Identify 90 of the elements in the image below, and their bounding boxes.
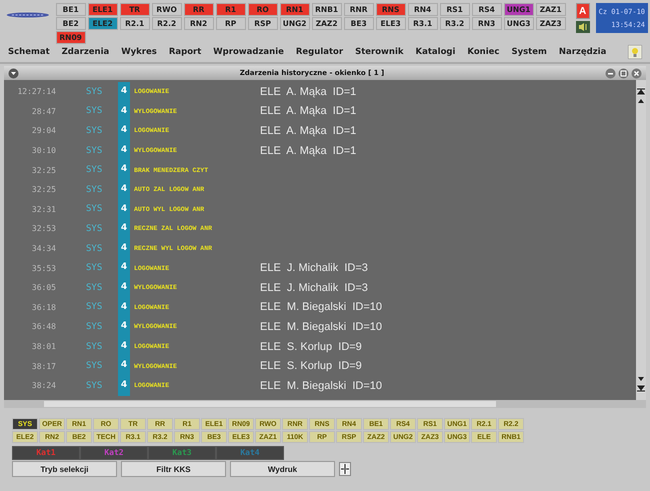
event-source: SYS: [86, 342, 104, 352]
logo-icon: [6, 11, 50, 19]
event-source: SYS: [86, 263, 104, 274]
event-source: SYS: [86, 146, 104, 156]
event-time: 32:25: [30, 166, 56, 175]
event-time: 36:18: [30, 302, 56, 312]
event-time: 29:04: [30, 126, 56, 136]
event-priority: 4: [118, 298, 130, 318]
scroll-up-icon[interactable]: [637, 98, 645, 106]
event-time: 12:27:14: [16, 87, 56, 96]
event-source: SYS: [86, 224, 104, 234]
event-time: 32:25: [30, 185, 56, 194]
event-source: SYS: [86, 380, 104, 391]
event-time: 35:53: [30, 264, 56, 273]
event-priority: 4: [118, 160, 130, 180]
event-priority: 4: [118, 121, 130, 141]
action-button[interactable]: Filtr KKS: [121, 461, 226, 477]
split-icon[interactable]: [339, 462, 351, 476]
menu-item[interactable]: Koniec: [467, 47, 500, 57]
lightbulb-icon[interactable]: [628, 45, 642, 59]
menu-item[interactable]: System: [511, 47, 547, 57]
menu-item[interactable]: Sterownik: [355, 47, 404, 57]
event-user: ELE M. Biegalski ID=10: [260, 301, 382, 314]
menu-item[interactable]: Raport: [168, 47, 202, 57]
dropdown-icon[interactable]: [8, 68, 19, 78]
event-time: 36:48: [30, 322, 56, 332]
menu-item[interactable]: Schemat: [8, 47, 50, 57]
event-user: ELE M. Biegalski ID=10: [260, 380, 382, 392]
scroll-down-icon[interactable]: [637, 374, 645, 382]
action-button[interactable]: Tryb selekcji: [12, 461, 117, 477]
event-time: 36:05: [30, 283, 56, 292]
event-source: SYS: [86, 322, 104, 332]
event-priority: 4: [118, 102, 130, 122]
event-user: ELE M. Biegalski ID=10: [260, 320, 382, 333]
event-time: 38:17: [30, 362, 56, 371]
event-priority: 4: [118, 180, 130, 200]
menu-item[interactable]: Narzędzia: [558, 47, 606, 57]
event-priority: 4: [118, 140, 130, 160]
event-user: ELE J. Michalik ID=3: [260, 262, 368, 274]
event-user: ELE J. Michalik ID=3: [260, 282, 368, 294]
event-time: 30:10: [30, 146, 56, 156]
event-user: ELE A. Mąka ID=1: [260, 86, 356, 98]
menu-item[interactable]: Katalogi: [416, 47, 456, 57]
event-user: ELE S. Korlup ID=9: [260, 360, 362, 372]
action-button[interactable]: Wydruk: [230, 461, 335, 477]
event-priority: 4: [118, 82, 130, 102]
event-source: SYS: [86, 282, 104, 293]
menu-item[interactable]: Regulator: [296, 47, 344, 57]
event-priority: 4: [118, 258, 130, 278]
vertical-scrollbar[interactable]: [636, 80, 646, 400]
event-priority: 4: [118, 200, 130, 220]
event-time: 34:34: [30, 244, 56, 254]
event-time: 28:47: [30, 106, 56, 116]
event-source: SYS: [86, 184, 104, 195]
menu-item[interactable]: Wykres: [121, 47, 157, 57]
speaker-icon[interactable]: [576, 21, 590, 33]
event-priority: 4: [118, 238, 130, 258]
maximize-icon[interactable]: [618, 68, 629, 78]
event-user: ELE A. Mąka ID=1: [260, 124, 356, 137]
event-time: 38:24: [30, 381, 56, 390]
event-time: 38:01: [30, 342, 56, 352]
event-source: SYS: [86, 165, 104, 176]
event-time: 32:53: [30, 224, 56, 234]
event-time: 32:31: [30, 204, 56, 214]
event-priority: 4: [118, 317, 130, 337]
alarm-button[interactable]: A: [576, 3, 590, 19]
event-user: ELE S. Korlup ID=9: [260, 340, 362, 353]
event-priority: 4: [118, 278, 130, 298]
event-source: SYS: [86, 126, 104, 136]
close-icon[interactable]: [631, 68, 642, 78]
scroll-top-icon[interactable]: [637, 88, 645, 96]
menu-item[interactable]: Zdarzenia: [62, 47, 110, 57]
event-source: SYS: [86, 302, 104, 312]
minimize-icon[interactable]: [605, 68, 616, 78]
event-source: SYS: [86, 106, 104, 116]
event-priority: 4: [118, 356, 130, 376]
event-source: SYS: [86, 244, 104, 254]
menu-item[interactable]: Wprowadzanie: [213, 47, 284, 57]
event-user: ELE A. Mąka ID=1: [260, 105, 356, 118]
scroll-bottom-icon[interactable]: [637, 384, 645, 392]
horizontal-scrollbar[interactable]: [4, 400, 646, 408]
category-label[interactable]: Kat2: [81, 447, 147, 459]
event-priority: 4: [118, 376, 130, 396]
category-label[interactable]: Kat3: [149, 447, 215, 459]
event-source: SYS: [86, 86, 104, 97]
event-source: SYS: [86, 204, 104, 214]
event-user: ELE A. Mąka ID=1: [260, 144, 356, 157]
event-priority: 4: [118, 336, 130, 356]
event-priority: 4: [118, 219, 130, 239]
event-source: SYS: [86, 361, 104, 372]
